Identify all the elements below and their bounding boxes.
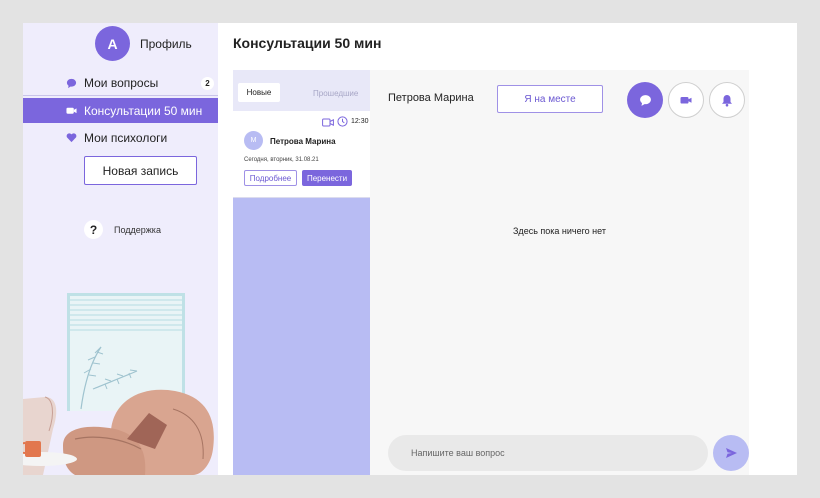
sidebar-item-questions[interactable]: Мои вопросы 2 bbox=[23, 71, 218, 96]
chat-toggle-button[interactable] bbox=[627, 82, 663, 118]
consultation-list: Новые Прошедшие 12:30 М Петрова Марина С… bbox=[233, 70, 370, 475]
consultation-date: Сегодня, вторник, 31.08.21 bbox=[244, 157, 319, 163]
page-title: Консультации 50 мин bbox=[233, 35, 382, 51]
sidebar-item-label: Консультации 50 мин bbox=[84, 103, 203, 118]
send-icon bbox=[725, 448, 737, 458]
notifications-button[interactable] bbox=[709, 82, 745, 118]
video-camera-icon bbox=[680, 97, 692, 104]
chat-contact-name: Петрова Марина bbox=[388, 92, 474, 104]
send-button[interactable] bbox=[713, 435, 749, 471]
clock-icon bbox=[337, 116, 348, 127]
chat-bubble-icon bbox=[66, 78, 77, 89]
reschedule-button[interactable]: Перенести bbox=[302, 170, 352, 186]
chat-bubble-icon bbox=[639, 94, 651, 106]
consultation-card[interactable]: 12:30 М Петрова Марина Сегодня, вторник,… bbox=[233, 111, 370, 198]
sidebar-item-label: Мои вопросы bbox=[84, 76, 159, 90]
tab-past[interactable]: Прошедшие bbox=[313, 89, 358, 98]
chat-panel: Петрова Марина Я на месте Здесь пока нич… bbox=[370, 70, 749, 475]
support-question-icon[interactable]: ? bbox=[84, 220, 103, 239]
sidebar-item-consultations[interactable]: Консультации 50 мин bbox=[23, 98, 218, 123]
app-window: А Профиль Мои вопросы 2 Консультации 50 … bbox=[23, 23, 797, 475]
tab-new[interactable]: Новые bbox=[238, 83, 280, 102]
new-appointment-button[interactable]: Новая запись bbox=[84, 156, 197, 185]
sidebar-item-psychologists[interactable]: Мои психологи bbox=[23, 125, 218, 150]
profile-link[interactable]: Профиль bbox=[140, 37, 192, 51]
client-avatar: М bbox=[244, 131, 263, 150]
im-here-button[interactable]: Я на месте bbox=[497, 85, 603, 113]
questions-count-badge: 2 bbox=[201, 77, 214, 90]
video-call-button[interactable] bbox=[668, 82, 704, 118]
profile-avatar[interactable]: А bbox=[95, 26, 130, 61]
bell-icon bbox=[722, 94, 732, 106]
message-input[interactable] bbox=[388, 435, 708, 471]
sidebar-item-label: Мои психологи bbox=[84, 130, 168, 145]
sidebar: А Профиль Мои вопросы 2 Консультации 50 … bbox=[23, 23, 218, 475]
heart-icon bbox=[66, 133, 77, 143]
details-button[interactable]: Подробнее bbox=[244, 170, 297, 186]
video-camera-icon bbox=[322, 118, 334, 127]
video-camera-icon bbox=[66, 107, 77, 114]
client-name: Петрова Марина bbox=[270, 137, 336, 146]
consultation-time: 12:30 bbox=[351, 118, 369, 125]
support-link[interactable]: Поддержка bbox=[114, 225, 161, 235]
list-tabs: Новые Прошедшие bbox=[233, 70, 370, 111]
empty-chat-message: Здесь пока ничего нет bbox=[513, 226, 606, 236]
room-illustration bbox=[23, 293, 214, 475]
